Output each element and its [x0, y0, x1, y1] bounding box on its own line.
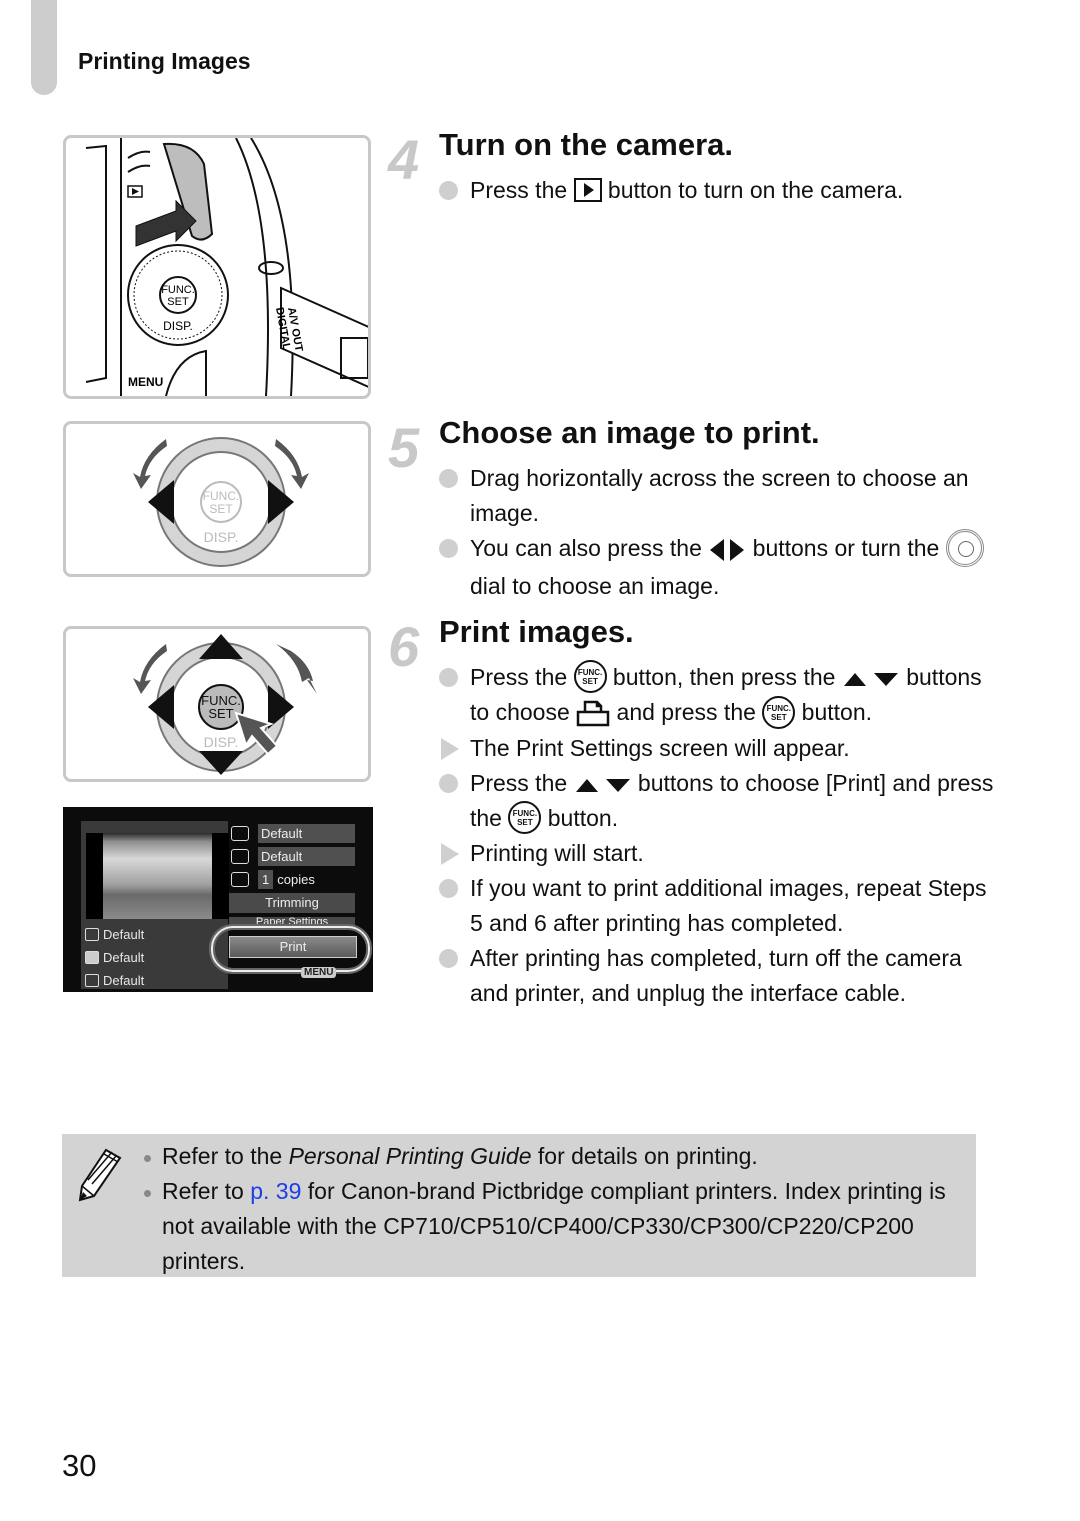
bullet-icon	[144, 1155, 151, 1162]
print-settings-screen: Default Default Default Default Default …	[63, 807, 373, 992]
playback-button-icon	[573, 177, 602, 202]
func-label: FUNC.	[161, 284, 195, 296]
step-title: Turn on the camera.	[439, 127, 733, 162]
bullet-icon	[439, 668, 458, 687]
result-arrow-icon	[441, 843, 459, 866]
trimming-button[interactable]: Trimming	[229, 893, 355, 913]
copies-icon	[231, 872, 249, 887]
note-item: Refer to p. 39 for Canon-brand Pictbridg…	[144, 1174, 964, 1279]
left-right-arrow-icon	[710, 539, 745, 561]
func-label: FUNC.	[203, 489, 240, 503]
bullet-icon	[439, 181, 458, 200]
list-item-result: Printing will start.	[439, 836, 999, 871]
bullet-icon	[439, 879, 458, 899]
list-item-result: The Print Settings screen will appear.	[439, 731, 999, 766]
date-setting-row[interactable]: Default	[231, 824, 355, 843]
set-label: SET	[208, 706, 233, 721]
list-item: Press the button to turn on the camera.	[439, 173, 999, 208]
step-title: Choose an image to print.	[439, 415, 820, 450]
page-link[interactable]: p. 39	[250, 1178, 301, 1204]
result-arrow-icon	[441, 737, 459, 760]
paper-type-icon	[85, 951, 99, 964]
disp-label: DISP.	[163, 319, 193, 333]
list-item: If you want to print additional images, …	[439, 871, 999, 941]
dial-func-drawing: FUNC. SET DISP.	[133, 634, 317, 775]
pencil-icon	[78, 1148, 122, 1202]
step-number: 5	[388, 416, 420, 479]
disp-label: DISP.	[204, 734, 239, 750]
paper-type-row: Default	[85, 950, 144, 965]
bullet-icon	[439, 773, 458, 793]
list-item: Press the buttons to choose [Print] and …	[439, 766, 999, 836]
step-5-instructions: Drag horizontally across the screen to c…	[439, 461, 999, 604]
camera-side-drawing: FUNC. SET DISP. MENU A/V OUT DIGITAL	[85, 138, 368, 396]
paper-size-row: Default	[85, 927, 144, 942]
menu-button[interactable]: MENU	[301, 967, 337, 978]
step-6-instructions: Press the FUNC. SET button, then press th…	[439, 660, 999, 1011]
func-set-icon: FUNC. SET	[573, 660, 607, 694]
step-title: Print images.	[439, 614, 634, 649]
bullet-icon	[144, 1190, 151, 1197]
bullet-icon	[439, 949, 458, 969]
bullet-icon	[439, 539, 458, 558]
page-number: 30	[62, 1448, 97, 1483]
layout-icon	[85, 974, 99, 987]
layout-row: Default	[85, 973, 144, 988]
image-setting-row[interactable]: Default	[231, 847, 355, 866]
set-label: SET	[167, 296, 189, 308]
list-item: You can also press the buttons or turn t…	[439, 529, 999, 604]
section-title: Printing Images	[78, 48, 251, 74]
control-dial-icon	[945, 529, 984, 567]
step-number: 6	[388, 615, 420, 678]
set-label: SET	[209, 502, 233, 516]
list-item: Press the FUNC. SET button, then press th…	[439, 660, 999, 731]
print-button[interactable]: Print	[229, 936, 357, 958]
preview-photo	[86, 833, 229, 919]
bullet-icon	[439, 469, 458, 488]
func-set-icon: FUNC. SET	[762, 695, 796, 729]
dial-drawing: FUNC. SET DISP.	[133, 437, 309, 567]
dial-left-right-illustration: FUNC. SET DISP.	[63, 421, 371, 577]
disp-label: DISP.	[204, 529, 239, 545]
step-4-instructions: Press the button to turn on the camera.	[439, 173, 999, 208]
up-down-arrow-icon	[843, 672, 898, 686]
list-item: Drag horizontally across the screen to c…	[439, 461, 999, 531]
up-down-arrow-icon	[575, 778, 630, 792]
note-list: Refer to the Personal Printing Guide for…	[144, 1139, 964, 1279]
paper-size-icon	[85, 928, 99, 941]
func-set-icon: FUNC. SET	[508, 801, 542, 835]
menu-label: MENU	[128, 375, 163, 389]
copies-row[interactable]: 1 copies	[231, 870, 355, 889]
note-box: Refer to the Personal Printing Guide for…	[62, 1134, 976, 1277]
func-set-press-illustration: FUNC. SET DISP.	[63, 626, 371, 782]
chapter-tab-marker	[31, 0, 57, 95]
camera-playback-illustration: FUNC. SET DISP. MENU A/V OUT DIGITAL	[63, 135, 371, 399]
print-icon	[576, 701, 610, 727]
image-icon	[231, 849, 249, 864]
date-icon	[231, 826, 249, 841]
list-item: After printing has completed, turn off t…	[439, 941, 999, 1011]
note-item: Refer to the Personal Printing Guide for…	[144, 1139, 964, 1174]
image-preview-panel: Default Default Default	[81, 821, 229, 989]
step-number: 4	[388, 128, 420, 191]
